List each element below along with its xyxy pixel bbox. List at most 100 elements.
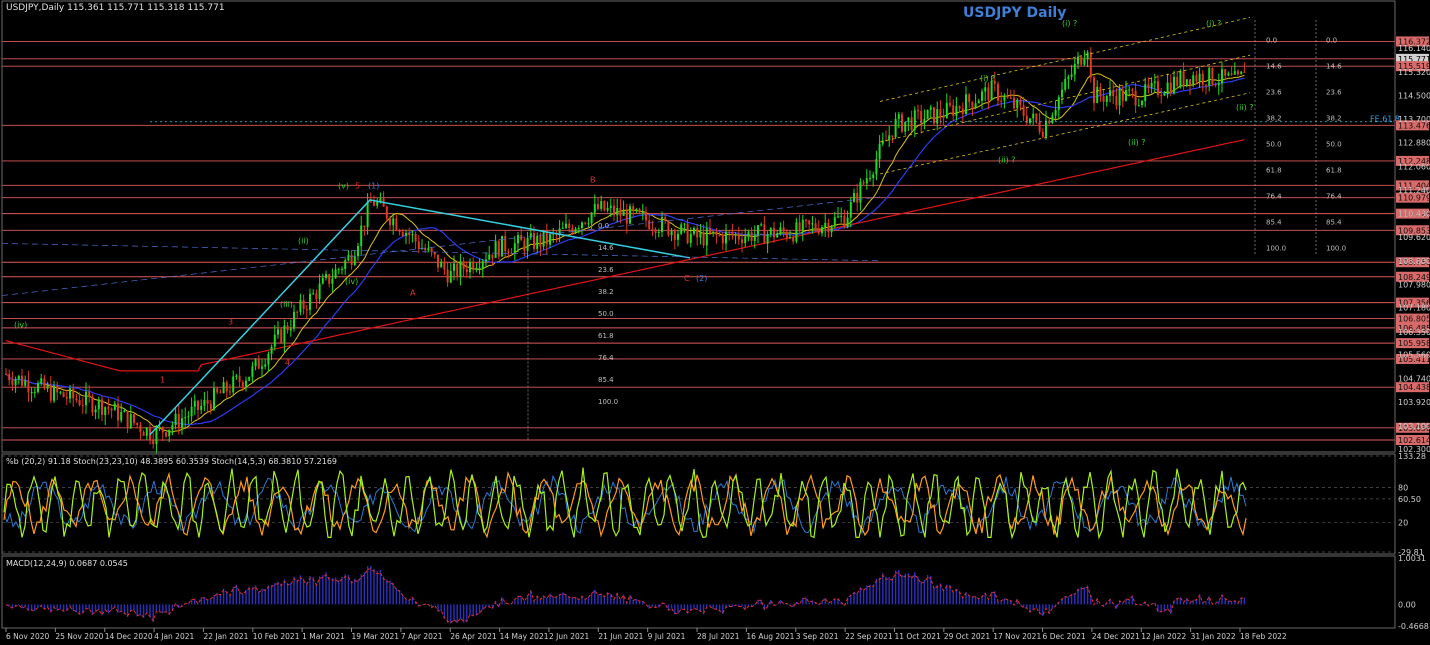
candle-body <box>497 241 500 257</box>
candle-body <box>667 221 670 236</box>
candle-body <box>328 274 331 284</box>
candle-body <box>965 94 967 115</box>
wave-label: (ii) ? <box>1128 138 1145 147</box>
candle-body <box>907 117 910 122</box>
candle-body <box>437 254 439 268</box>
fib-label-mid: 85.4 <box>1266 219 1282 227</box>
main-panel-frame <box>1 0 1396 453</box>
x-tick-label: 22 Jan 2021 <box>203 632 248 641</box>
candle-body <box>219 392 222 394</box>
candle-body <box>664 217 667 222</box>
candle-body <box>686 223 689 244</box>
candle-body <box>145 427 148 436</box>
candle-body <box>261 366 263 369</box>
oscillator-panel-frame <box>1 453 1396 555</box>
candle-body <box>152 440 155 445</box>
y-tick-label: 103.100 <box>1398 422 1430 431</box>
candle-body <box>405 232 407 236</box>
candle-body <box>24 380 27 386</box>
x-tick-label: 21 Jun 2021 <box>598 632 643 641</box>
candle-body <box>779 227 782 234</box>
candle-body <box>465 269 468 273</box>
symbol-info: USDJPY,Daily 115.361 115.771 115.318 115… <box>6 3 225 13</box>
candle-body <box>949 103 951 106</box>
candle-body <box>1105 95 1108 102</box>
x-tick-label: 25 Nov 2020 <box>55 632 103 641</box>
candle-body <box>369 201 372 203</box>
candle-body <box>357 245 359 257</box>
candle-body <box>251 366 254 377</box>
chart-canvas: (iv) 1 3 4 5 (v) (1) (ii) (iii) (iv) A B C (2) (i) ? (i… <box>1 0 1430 641</box>
candle-body <box>488 254 491 260</box>
candle-body <box>1096 86 1099 104</box>
candle-body <box>945 103 948 118</box>
candle-body <box>177 413 180 428</box>
candle-body <box>440 261 443 268</box>
candle-body <box>798 222 801 232</box>
candle-body <box>321 277 324 284</box>
candle-body <box>849 201 852 218</box>
candle-body <box>878 143 881 160</box>
y-tick-label: 114.500 <box>1398 92 1430 101</box>
y-tick-label: 112.060 <box>1398 162 1430 171</box>
wave-label: 4 <box>285 358 290 367</box>
wave-label: (1) <box>368 181 379 190</box>
candle-body <box>43 378 46 389</box>
candle-body <box>40 378 43 384</box>
candle-body <box>619 207 622 216</box>
candle-body <box>1160 95 1163 97</box>
candle-body <box>939 109 942 117</box>
candle-body <box>1035 113 1038 122</box>
candle-body <box>222 382 225 394</box>
wave-label: 3 <box>228 318 233 327</box>
candle-body <box>353 256 356 265</box>
candle-body <box>139 424 142 433</box>
candle-body <box>1102 96 1105 102</box>
fib-label-right: 0.0 <box>1326 37 1337 45</box>
candle-body <box>574 228 577 233</box>
candle-body <box>641 212 644 214</box>
candle-body <box>427 247 430 251</box>
candle-body <box>184 417 187 419</box>
candle-body <box>133 414 135 423</box>
candle-body <box>302 300 305 309</box>
candle-body <box>625 210 628 224</box>
fib-label-mid: 14.6 <box>1266 63 1282 71</box>
fib-label-left: 14.6 <box>598 244 614 252</box>
candle-body <box>1041 131 1044 137</box>
fib-label-left: 61.8 <box>598 332 614 340</box>
fib-label-mid: 100.0 <box>1266 245 1286 253</box>
y-tick-label: 112.880 <box>1398 139 1430 148</box>
osc-tick-label: 60.50 <box>1398 495 1421 504</box>
candle-body <box>17 375 20 380</box>
candle-body <box>837 216 839 218</box>
fib-label-right: 100.0 <box>1326 245 1346 253</box>
candle-body <box>46 385 49 389</box>
candle-body <box>107 407 110 409</box>
x-tick-label: 10 Feb 2021 <box>253 632 300 641</box>
candle-body <box>117 403 119 421</box>
candle-body <box>814 223 817 230</box>
candle-body <box>459 261 462 277</box>
candle-body <box>971 101 974 108</box>
candle-body <box>699 232 702 238</box>
fib-label-left: 0.0 <box>598 222 609 230</box>
candle-body <box>1221 69 1223 84</box>
candle-body <box>1153 81 1156 83</box>
candle-body <box>485 259 487 262</box>
candle-body <box>673 230 676 240</box>
candle-body <box>241 381 244 387</box>
candle-body <box>853 192 855 202</box>
candle-body <box>1189 79 1191 86</box>
fib-label-right: 14.6 <box>1326 63 1342 71</box>
fib-label-left: 23.6 <box>598 266 614 274</box>
candle-body <box>11 380 14 385</box>
candle-body <box>875 159 878 175</box>
candle-body <box>587 223 590 225</box>
candle-body <box>693 228 695 234</box>
candle-body <box>277 329 279 335</box>
candle-body <box>248 376 251 381</box>
wave-label: (ii) <box>298 236 309 245</box>
candle-body <box>91 396 94 413</box>
candle-body <box>581 222 583 228</box>
